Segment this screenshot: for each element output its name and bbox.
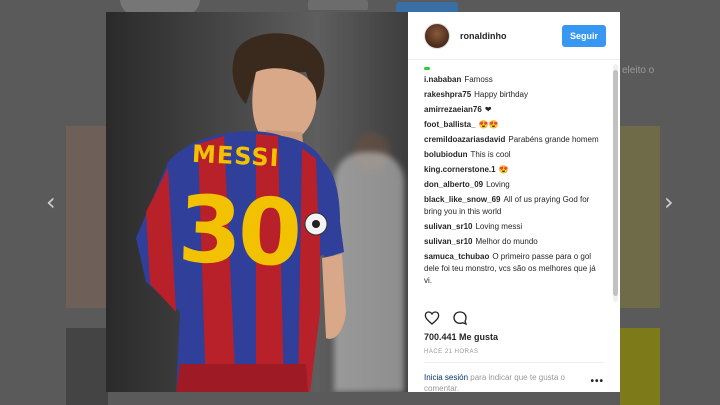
comments-list[interactable]: i.nababan Famoss rakeshpra75 Happy birthday… [408,61,620,303]
background-header-text [308,0,368,10]
comment-text: 😍 [498,165,509,174]
comment-text: Famoss [464,75,493,84]
comment-text: 😍😍 [478,120,499,129]
comment-item: sulivan_sr10 Melhor do mundo [424,236,610,248]
background-tile [66,126,108,308]
scrollbar-thumb[interactable] [613,70,618,296]
comment-username[interactable]: foot_ballista_ [424,120,476,129]
comment-username[interactable]: black_like_snow_69 [424,195,501,204]
comment-username[interactable]: sulivan_sr10 [424,222,472,231]
comment-item: foot_ballista_ 😍😍 [424,119,610,131]
background-tile [620,126,660,308]
comment-username[interactable]: rakeshpra75 [424,90,471,99]
jersey-name: MESSI [191,139,281,173]
comment-item: i.nababan Famoss [424,74,610,86]
post-actions [424,310,604,326]
login-prompt: Inicia sesión para indicar que te gusta … [424,372,594,394]
comment-item: rakeshpra75 Happy birthday [424,89,610,101]
comment-text: ❤ [484,105,492,114]
comment-item: black_like_snow_69 All of us praying God … [424,194,610,218]
comment-username[interactable]: samuca_tchubao [424,252,489,261]
jersey-number: 30 [176,175,300,288]
login-link[interactable]: Inicia sesión [424,373,468,382]
comment-icon[interactable] [452,310,468,326]
comment-item: bolubiodun This is cool [424,149,610,161]
background-side-text: eleito o [622,65,655,76]
comment-text: This is cool [470,150,511,159]
comment-text: Melhor do mundo [475,237,538,246]
comments-scrollbar[interactable] [613,64,618,302]
comment-username[interactable]: cremildoazariasdavid [424,135,505,144]
post-photo: MESSI 30 [106,12,408,392]
comment-item: amirrezaeian76 ❤ [424,104,610,116]
scroll-indicator [424,67,430,70]
previous-post-arrow-icon[interactable]: ‹ [46,190,56,214]
comment-username[interactable]: don_alberto_09 [424,180,483,189]
comment-username[interactable]: amirrezaeian76 [424,105,482,114]
comment-text: Happy birthday [474,90,528,99]
comment-username[interactable]: sulivan_sr10 [424,237,472,246]
comment-text: Loving messi [475,222,523,231]
post-side-panel: ronaldinho Seguir i.nababan Famoss rakeshp… [408,12,620,394]
comment-username[interactable]: bolubiodun [424,150,468,159]
comment-item: samuca_tchubao O primeiro passe para o go… [424,251,610,287]
comment-username[interactable]: i.nababan [424,75,461,84]
background-tile [66,328,108,405]
avatar[interactable] [424,22,450,49]
comment-item: king.cornerstone.1 😍 [424,164,610,176]
more-options-icon[interactable]: ••• [590,376,604,387]
comment-item: don_alberto_09 Loving [424,179,610,191]
follow-button[interactable]: Seguir [562,24,606,47]
username-link[interactable]: ronaldinho [460,31,562,41]
comment-text: Parabéns grande homem [508,135,599,144]
post-header: ronaldinho Seguir [408,12,620,60]
post-modal: MESSI 30 ronaldinho Seguir i.nababan Famo… [106,12,620,394]
comment-item: sulivan_sr10 Loving messi [424,221,610,233]
next-post-arrow-icon[interactable]: › [664,190,674,214]
background-tile [620,328,660,405]
likes-count[interactable]: 700.441 Me gusta [424,332,498,342]
divider [424,362,604,363]
comment-text: Loving [486,180,510,189]
post-timestamp: HACE 21 HORAS [424,349,479,355]
comment-username[interactable]: king.cornerstone.1 [424,165,496,174]
heart-icon[interactable] [424,310,440,326]
comment-item: cremildoazariasdavid Parabéns grande home… [424,134,610,146]
